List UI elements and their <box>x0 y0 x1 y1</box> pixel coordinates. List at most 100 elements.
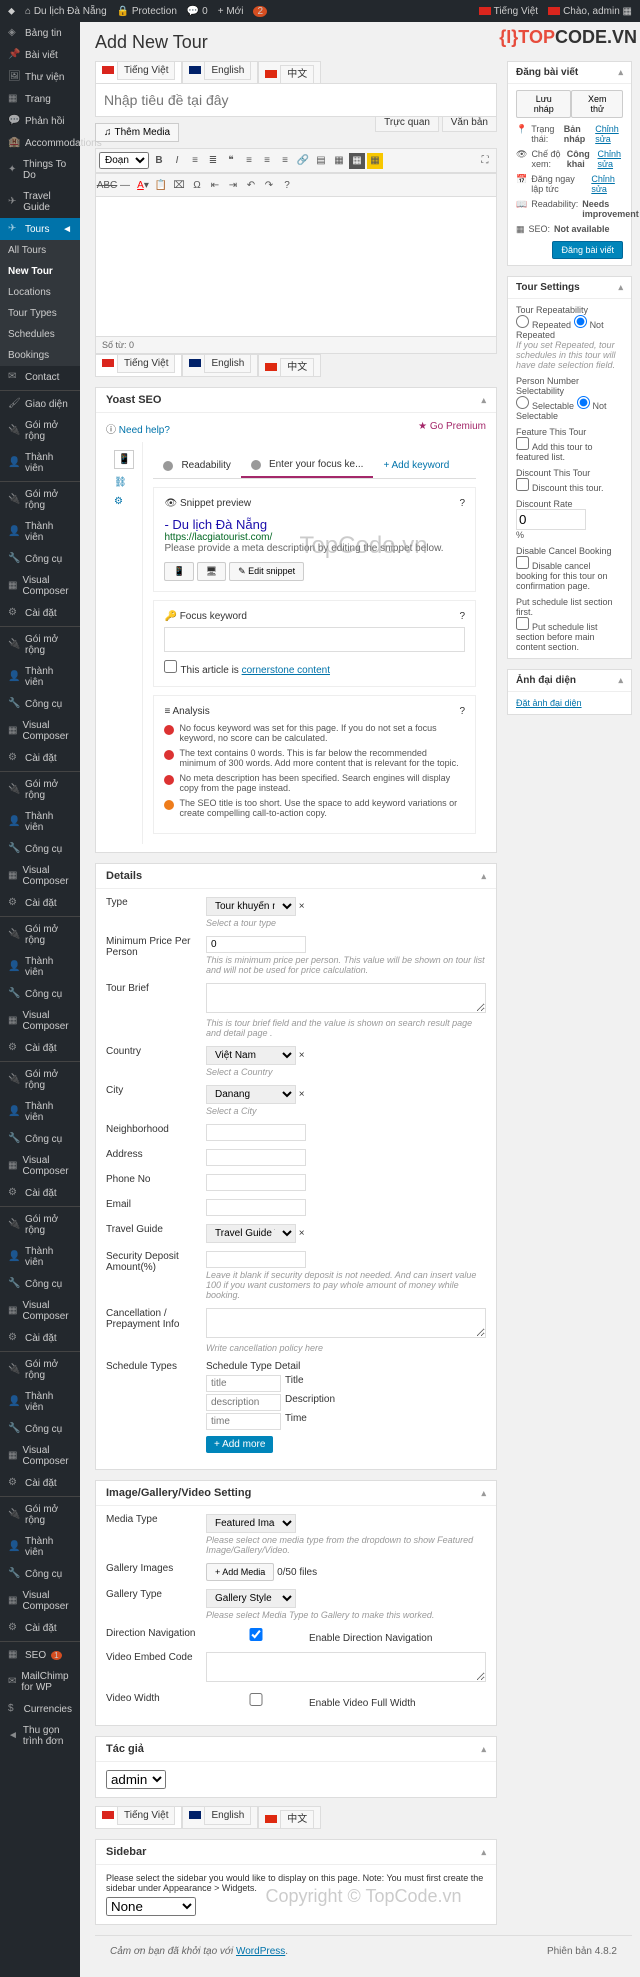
hr-icon[interactable]: — <box>117 177 133 193</box>
save-draft-button[interactable]: Lưu nháp <box>516 90 571 118</box>
sched-title-input[interactable] <box>206 1375 281 1392</box>
sidebar-things[interactable]: ✦Things To Do <box>0 154 80 186</box>
sidebar-appearance[interactable]: 🖌Giao diện <box>0 393 80 415</box>
bold-icon[interactable]: B <box>151 153 167 169</box>
deposit-input[interactable] <box>206 1251 306 1268</box>
sched-time-input[interactable] <box>206 1413 281 1430</box>
lang-tab-en[interactable]: English <box>182 1806 258 1829</box>
quote-icon[interactable]: ❝ <box>223 153 239 169</box>
sidebar-item[interactable]: ▦Visual Composer <box>0 1440 80 1472</box>
width-checkbox[interactable] <box>206 1693 306 1706</box>
toggle-icon[interactable]: ▴ <box>481 1847 486 1858</box>
sidebar-item[interactable]: 🔌Gói mở rộng <box>0 484 80 516</box>
schedfirst-checkbox[interactable]: Put schedule list section before main co… <box>516 622 598 652</box>
sidebar-item[interactable]: ⚙Cài đặt <box>0 1182 80 1204</box>
help-icon[interactable]: ? <box>459 706 465 717</box>
sidebar-seo[interactable]: ▦SEO 1 <box>0 1644 80 1666</box>
sidebar-item[interactable]: ▦Visual Composer <box>0 570 80 602</box>
sidebar-accommodations[interactable]: 🏨Accommodations <box>0 132 80 154</box>
snippet-url[interactable]: https://lacgiatourist.com/ <box>164 532 465 543</box>
toggle-icon[interactable]: ▴ <box>481 1488 486 1499</box>
sidebar-item[interactable]: 🔌Gói mở rộng <box>0 1064 80 1096</box>
galtype-select[interactable]: Gallery Style 1 <box>206 1589 296 1608</box>
table-icon[interactable]: ▦ <box>331 153 347 169</box>
sidebar-item[interactable]: ▦Visual Composer <box>0 860 80 892</box>
sidebar-item[interactable]: ⚙Cài đặt <box>0 747 80 769</box>
sidebar-travelguide[interactable]: ✈Travel Guide <box>0 186 80 218</box>
brief-input[interactable] <box>206 983 486 1013</box>
sidebar-posts[interactable]: 📌Bài viết <box>0 44 80 66</box>
edit-sched-link[interactable]: Chỉnh sửa <box>591 174 623 194</box>
author-select[interactable]: admin <box>106 1770 166 1789</box>
cornerstone-checkbox[interactable] <box>164 660 177 673</box>
share-icon[interactable]: ⛓ <box>114 477 134 488</box>
fullscreen-icon[interactable]: ⛶ <box>477 153 493 169</box>
type-select[interactable]: Tour khuyến mãi <box>206 897 296 916</box>
sidebar-item[interactable]: 🔌Gói mở rộng <box>0 1354 80 1386</box>
mobile-view-icon[interactable]: 📱 <box>164 562 193 581</box>
sidebar-item[interactable]: 👤Thành viên <box>0 661 80 693</box>
edit-vis-link[interactable]: Chỉnh sửa <box>597 149 623 169</box>
sidebar-users[interactable]: 👤Thành viên <box>0 447 80 479</box>
address-input[interactable] <box>206 1149 306 1166</box>
list-ol-icon[interactable]: ≣ <box>205 153 221 169</box>
selectable-radio[interactable]: Selectable <box>516 401 574 411</box>
sidebar-item[interactable]: ⚙Cài đặt <box>0 1472 80 1494</box>
sidebar-item[interactable]: ⚙Cài đặt <box>0 892 80 914</box>
lang-tab-cn[interactable]: 中文 <box>258 354 321 377</box>
help-icon[interactable]: ? <box>459 498 465 509</box>
toggle-icon[interactable]: ▴ <box>618 67 623 78</box>
sidebar-currencies[interactable]: $Currencies <box>0 1698 80 1720</box>
minprice-input[interactable] <box>206 936 306 953</box>
wp-logo-icon[interactable]: ⬥ <box>8 6 15 17</box>
sidebar-item[interactable]: 🔧Công cụ <box>0 838 80 860</box>
sidebar-mailchimp[interactable]: ✉MailChimp for WP <box>0 1666 80 1698</box>
publish-button[interactable]: Đăng bài viết <box>552 241 623 259</box>
align-right-icon[interactable]: ≡ <box>277 153 293 169</box>
add-media-button[interactable]: ♫ Thêm Media <box>95 123 179 142</box>
toggle-icon[interactable]: ▴ <box>481 871 486 882</box>
sidebar-item[interactable]: 👤Thành viên <box>0 1386 80 1418</box>
sidebar-item[interactable]: ⚙Cài đặt <box>0 602 80 624</box>
toolbar-toggle-icon[interactable]: ▦ <box>349 153 365 169</box>
editor-body[interactable] <box>95 197 497 337</box>
align-left-icon[interactable]: ≡ <box>241 153 257 169</box>
sidebar-item[interactable]: ▦Visual Composer <box>0 1005 80 1037</box>
lang-tab-en[interactable]: English <box>182 354 258 377</box>
tab-readability[interactable]: Readability <box>153 452 240 478</box>
sidebar-item[interactable]: 🔧Công cụ <box>0 983 80 1005</box>
toggle-icon[interactable]: ▴ <box>618 675 623 686</box>
list-ul-icon[interactable]: ≡ <box>187 153 203 169</box>
lang-tab-en[interactable]: English <box>182 61 258 84</box>
sidebar-item[interactable]: 👤Thành viên <box>0 806 80 838</box>
sidebar-sub-bookings[interactable]: Bookings <box>0 345 80 366</box>
sched-desc-input[interactable] <box>206 1394 281 1411</box>
user-greeting[interactable]: Chào, admin ▦ <box>548 6 632 17</box>
edit-status-link[interactable]: Chỉnh sửa <box>595 124 623 144</box>
sidebar-item[interactable]: 🔌Gói mở rộng <box>0 919 80 951</box>
sidebar-item[interactable]: 👤Thành viên <box>0 1531 80 1563</box>
sidebar-item[interactable]: ▦Visual Composer <box>0 715 80 747</box>
sidebar-item[interactable]: 🔧Công cụ <box>0 693 80 715</box>
sidebar-media[interactable]: 🖼Thư viện <box>0 66 80 88</box>
repeated-radio[interactable]: Repeated <box>516 320 571 330</box>
tab-focus[interactable]: Enter your focus ke... <box>241 452 374 478</box>
sidebar-item[interactable]: 🔧Công cụ <box>0 1418 80 1440</box>
sidebar-comments[interactable]: 💬Phản hồi <box>0 110 80 132</box>
sidebar-plugins[interactable]: 🔌Gói mở rộng <box>0 415 80 447</box>
help-link[interactable]: Need help? <box>119 425 170 436</box>
sidebar-item[interactable]: ▦Visual Composer <box>0 1295 80 1327</box>
sidebar-item[interactable]: 👤Thành viên <box>0 1096 80 1128</box>
protection-link[interactable]: 🔒 Protection <box>117 6 177 17</box>
city-select[interactable]: Danang <box>206 1085 296 1104</box>
lang-switcher[interactable]: Tiếng Việt <box>479 6 538 17</box>
sidebar-item[interactable]: 🔧Công cụ <box>0 1128 80 1150</box>
sidebar-item[interactable]: 🔌Gói mở rộng <box>0 774 80 806</box>
sidebar-contact[interactable]: ✉Contact <box>0 366 80 388</box>
link-icon[interactable]: 🔗 <box>295 153 311 169</box>
snippet-title[interactable]: - Du lịch Đà Nẵng <box>164 517 465 532</box>
lang-tab-vn[interactable]: Tiếng Việt <box>95 354 182 377</box>
email-input[interactable] <box>206 1199 306 1216</box>
sidebar-item[interactable]: ⚙Cài đặt <box>0 1037 80 1059</box>
indent-icon[interactable]: ⇥ <box>225 177 241 193</box>
